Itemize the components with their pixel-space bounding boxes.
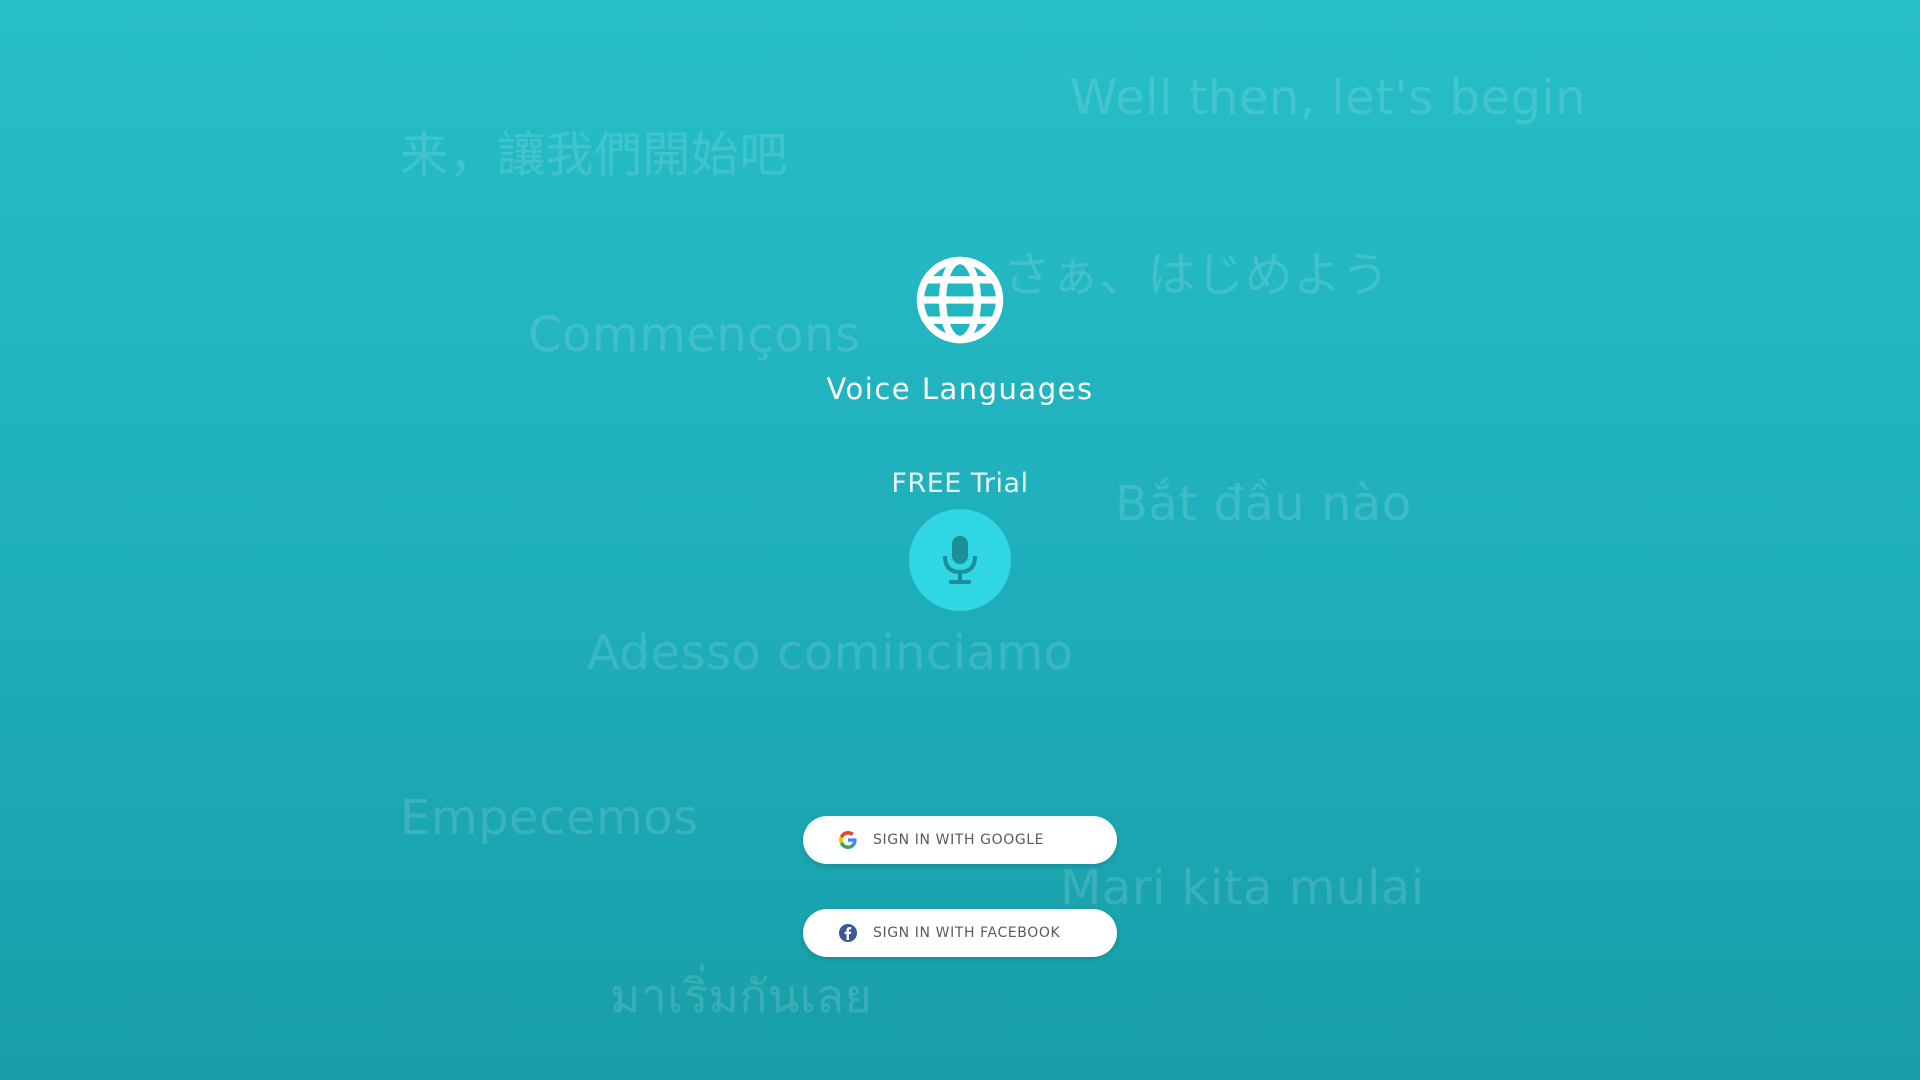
- phrase-chinese: 来，讓我們開始吧: [400, 127, 789, 183]
- sign-in-facebook-label: SIGN IN WITH FACEBOOK: [873, 925, 1061, 941]
- sign-in-google-label: SIGN IN WITH GOOGLE: [873, 832, 1045, 848]
- phrase-english: Well then, let's begin: [1070, 70, 1587, 126]
- facebook-icon: [839, 924, 857, 942]
- phrase-thai: มาเริ่มกันเลย: [610, 969, 873, 1023]
- sign-in-google-button[interactable]: SIGN IN WITH GOOGLE: [803, 816, 1117, 864]
- google-icon: [839, 831, 857, 849]
- phrase-indonesian: Mari kita mulai: [1060, 860, 1425, 916]
- free-trial-section: FREE Trial: [810, 468, 1110, 611]
- free-trial-mic-button[interactable]: [909, 509, 1011, 611]
- phrase-vietnamese: Bắt đầu nào: [1115, 476, 1412, 532]
- sign-in-facebook-button[interactable]: SIGN IN WITH FACEBOOK: [803, 909, 1117, 957]
- free-trial-label: FREE Trial: [891, 468, 1029, 499]
- globe-icon: [916, 256, 1004, 344]
- app-title: Voice Languages: [826, 372, 1094, 406]
- phrase-italian: Adesso cominciamo: [587, 625, 1074, 681]
- microphone-icon: [943, 536, 977, 584]
- phrase-spanish: Empecemos: [400, 790, 699, 846]
- app-brand: Voice Languages: [760, 254, 1160, 406]
